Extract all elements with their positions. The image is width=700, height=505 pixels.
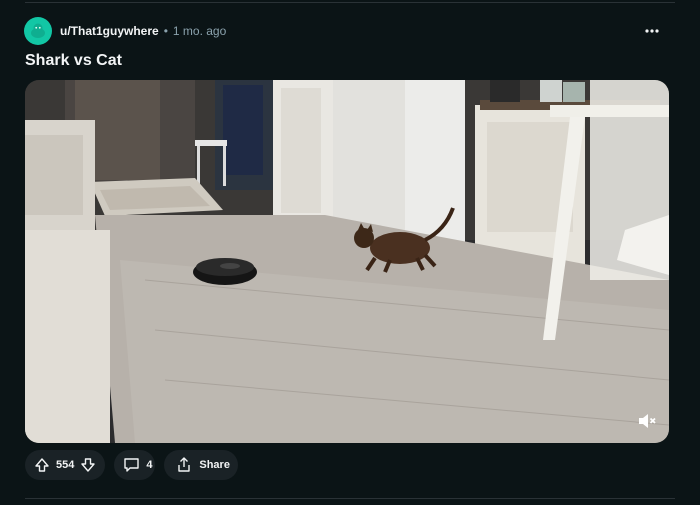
upvote-button[interactable] bbox=[33, 456, 51, 474]
volume-muted-icon bbox=[639, 414, 656, 428]
post-timestamp: 1 mo. ago bbox=[172, 24, 227, 38]
top-divider bbox=[25, 2, 675, 3]
video-player[interactable] bbox=[25, 80, 669, 443]
post-actions-bar: 554 4 Share bbox=[25, 450, 239, 480]
vote-score: 554 bbox=[56, 459, 75, 471]
vote-controls: 554 bbox=[25, 450, 106, 480]
downvote-arrow-icon bbox=[81, 458, 96, 472]
bottom-divider bbox=[25, 498, 675, 499]
comment-count: 4 bbox=[146, 459, 153, 471]
author-link[interactable]: u/That1guywhere bbox=[60, 24, 159, 38]
downvote-button[interactable] bbox=[79, 456, 97, 474]
share-label: Share bbox=[199, 459, 230, 471]
mute-toggle-button[interactable] bbox=[635, 409, 659, 433]
share-icon bbox=[178, 457, 191, 472]
upvote-arrow-icon bbox=[35, 458, 49, 472]
snoo-icon bbox=[31, 23, 45, 38]
more-horizontal-icon bbox=[645, 29, 659, 33]
comment-bubble-icon bbox=[124, 458, 140, 472]
share-button[interactable]: Share bbox=[164, 450, 239, 480]
post-title[interactable]: Shark vs Cat bbox=[25, 52, 122, 70]
video-frame bbox=[25, 80, 669, 443]
overflow-menu-button[interactable] bbox=[640, 20, 664, 42]
meta-separator: • bbox=[163, 24, 168, 38]
user-avatar[interactable] bbox=[24, 17, 52, 45]
post-header: u/That1guywhere • 1 mo. ago bbox=[24, 16, 674, 46]
comments-button[interactable]: 4 bbox=[114, 450, 156, 480]
